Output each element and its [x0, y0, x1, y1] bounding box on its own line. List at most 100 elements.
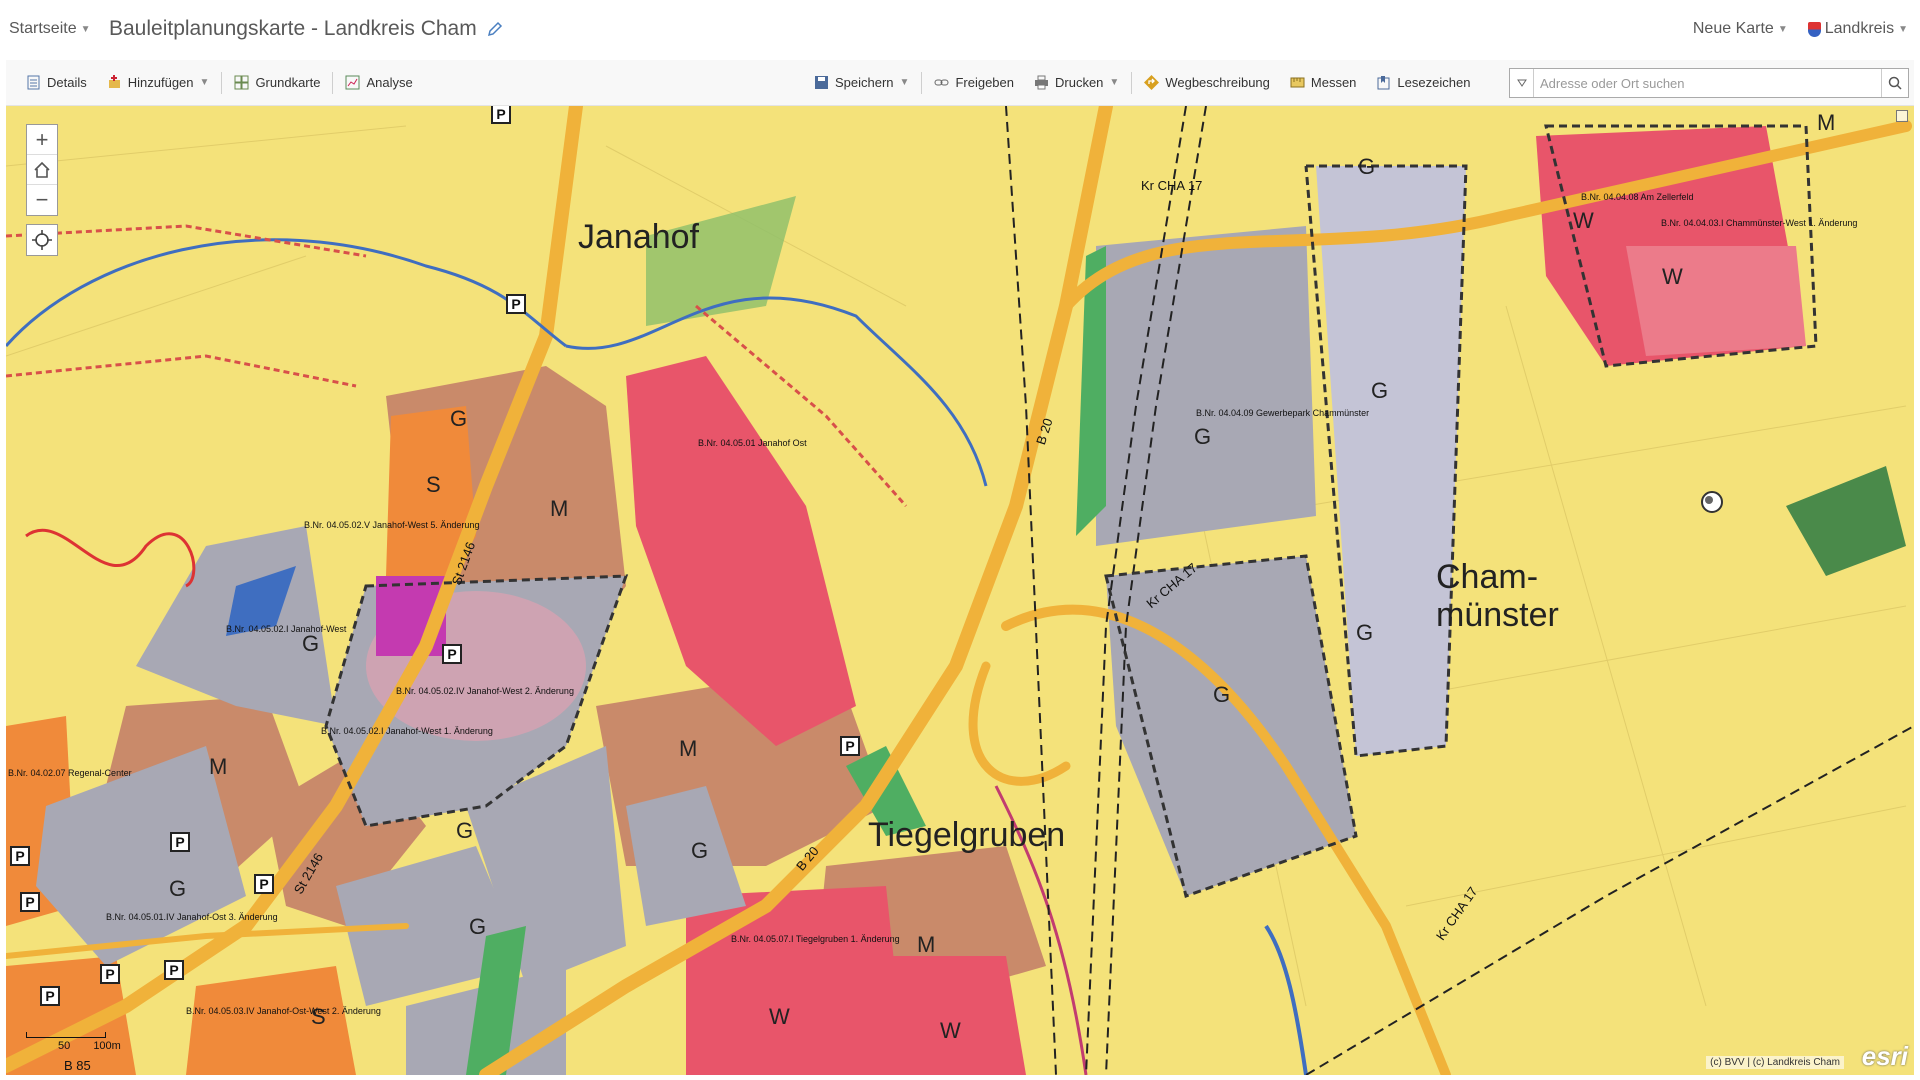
parcel-label: B.Nr. 04.05.07.I Tiegelgruben 1. Änderun…: [731, 934, 900, 944]
new-map-menu[interactable]: Neue Karte ▼: [1693, 20, 1788, 38]
org-menu[interactable]: Landkreis ▼: [1807, 20, 1908, 38]
parking-sign-icon: P: [40, 986, 60, 1006]
add-layer-icon: [108, 75, 120, 88]
map-title-text: Bauleitplanungskarte - Landkreis Cham: [109, 17, 477, 40]
parking-sign-icon: P: [840, 736, 860, 756]
add-label: Hinzufügen: [127, 75, 194, 90]
parcel-label: B.Nr. 04.05.01.IV Janahof-Ost 3. Änderun…: [106, 912, 278, 922]
parking-sign-icon: P: [491, 106, 511, 124]
home-extent-button[interactable]: [27, 155, 57, 185]
parcel-label: B.Nr. 04.05.02.IV Janahof-West 2. Änderu…: [396, 686, 574, 696]
parking-sign-icon: P: [20, 892, 40, 912]
esri-logo: esri: [1861, 1041, 1908, 1071]
basemap-button[interactable]: Grundkarte: [224, 68, 330, 98]
parcel-label: B.Nr. 04.05.02.I Janahof-West: [226, 624, 347, 634]
save-label: Speichern: [835, 75, 894, 90]
expand-icon[interactable]: [1896, 110, 1908, 122]
analysis-label: Analyse: [366, 75, 413, 90]
zone-label-w: W: [1573, 208, 1594, 233]
zone-label-m: M: [917, 932, 936, 957]
parcel-label: B.Nr. 04.05.02.I Janahof-West 1. Änderun…: [321, 726, 493, 736]
scale-label-50: 50: [58, 1040, 71, 1052]
zone-label-g: G: [169, 876, 187, 901]
zoom-out-button[interactable]: −: [27, 185, 57, 215]
org-label: Landkreis: [1824, 20, 1895, 37]
share-link-icon: [934, 79, 949, 86]
scale-bar: 50 100m: [26, 1032, 121, 1052]
zone-label-w: W: [1662, 264, 1683, 289]
zone-label-w: W: [769, 1004, 790, 1029]
chevron-down-icon: ▼: [1109, 77, 1120, 88]
top-header: Startseite ▼ Bauleitplanungskarte - Land…: [0, 0, 1920, 58]
zone-label-g: G: [1194, 424, 1212, 449]
basemap-grid-icon: [234, 75, 249, 90]
zone-label-g: G: [691, 838, 709, 863]
place-label-chammuenster-2: münster: [1436, 596, 1559, 634]
basemap-label: Grundkarte: [255, 75, 321, 90]
analysis-icon: [345, 75, 360, 90]
toolbar-divider: [921, 71, 923, 94]
zone-label-g: G: [1371, 378, 1389, 403]
search-box: [1509, 68, 1909, 98]
zone-label-g: G: [469, 914, 487, 939]
print-button[interactable]: Drucken ▼: [1024, 68, 1129, 98]
search-icon: [1888, 76, 1902, 90]
scale-bar-line: [26, 1032, 106, 1038]
chevron-down-icon: ▼: [1777, 23, 1788, 35]
chevron-down-icon: [1516, 79, 1527, 87]
share-button[interactable]: Freigeben: [924, 68, 1024, 98]
location-pin-icon[interactable]: [1700, 490, 1724, 514]
map-view[interactable]: Janahof Cham- münster Tiegelgruben G G G…: [6, 106, 1914, 1075]
parking-sign-icon: P: [254, 874, 274, 894]
zone-label-w: W: [940, 1018, 961, 1043]
parcel-label: B.Nr. 04.04.08 Am Zellerfeld: [1581, 192, 1694, 202]
analysis-button[interactable]: Analyse: [335, 68, 422, 98]
search-input[interactable]: [1534, 69, 1881, 97]
parcel-label: B.Nr. 04.05.02.V Janahof-West 5. Änderun…: [304, 520, 480, 530]
printer-icon: [1035, 75, 1048, 90]
add-button[interactable]: Hinzufügen ▼: [97, 68, 220, 98]
pencil-edit-icon[interactable]: [487, 21, 503, 37]
map-attribution: (c) BVV | (c) Landkreis Cham: [1706, 1056, 1844, 1069]
zone-label-m: M: [679, 736, 698, 761]
chevron-down-icon: ▼: [899, 77, 910, 88]
place-label-chammuenster-1: Cham-: [1436, 558, 1539, 596]
search-button[interactable]: [1881, 69, 1908, 97]
parcel-label: B.Nr. 04.04.03.I Chammünster-West 1. Änd…: [1661, 218, 1858, 228]
zoom-in-button[interactable]: +: [27, 125, 57, 155]
save-button[interactable]: Speichern ▼: [804, 68, 919, 98]
county-crest-icon: [1807, 21, 1821, 37]
details-button[interactable]: Details: [16, 68, 97, 98]
search-source-dropdown[interactable]: [1510, 69, 1534, 97]
print-label: Drucken: [1055, 75, 1104, 90]
directions-button[interactable]: Wegbeschreibung: [1134, 68, 1280, 98]
zone-label-m: M: [209, 754, 228, 779]
zone-label-g: G: [302, 631, 320, 656]
zone-label-g: G: [1358, 154, 1376, 179]
toolbar-divider: [221, 71, 223, 94]
chevron-down-icon: ▼: [1898, 23, 1908, 35]
map-title: Bauleitplanungskarte - Landkreis Cham: [109, 17, 503, 41]
parking-sign-icon: P: [506, 294, 526, 314]
road-label-b85: B 85: [64, 1058, 91, 1073]
zoom-controls: + −: [26, 124, 58, 216]
parcel-label: B.Nr. 04.05.03.IV Janahof-Ost-West 2. Än…: [186, 1006, 381, 1016]
scale-label-100: 100m: [93, 1040, 121, 1052]
zone-label-m: M: [1817, 110, 1836, 135]
locate-button[interactable]: [26, 224, 58, 256]
home-icon: [34, 161, 50, 178]
parking-sign-icon: P: [10, 846, 30, 866]
bookmark-icon: [1377, 76, 1390, 90]
chevron-down-icon: ▼: [80, 23, 91, 35]
zone-label-g: G: [1356, 620, 1374, 645]
parking-sign-icon: P: [164, 960, 184, 980]
new-map-label: Neue Karte: [1692, 20, 1774, 37]
details-icon: [27, 75, 40, 90]
parcel-label: B.Nr. 04.04.09 Gewerbepark Chammünster: [1196, 408, 1370, 418]
details-label: Details: [47, 75, 87, 90]
bookmarks-button[interactable]: Lesezeichen: [1366, 68, 1480, 98]
zone-label-m: M: [550, 496, 569, 521]
measure-button[interactable]: Messen: [1280, 68, 1367, 98]
road-label-kr-cha17: Kr CHA 17: [1141, 178, 1203, 193]
home-menu[interactable]: Startseite ▼: [9, 20, 91, 38]
